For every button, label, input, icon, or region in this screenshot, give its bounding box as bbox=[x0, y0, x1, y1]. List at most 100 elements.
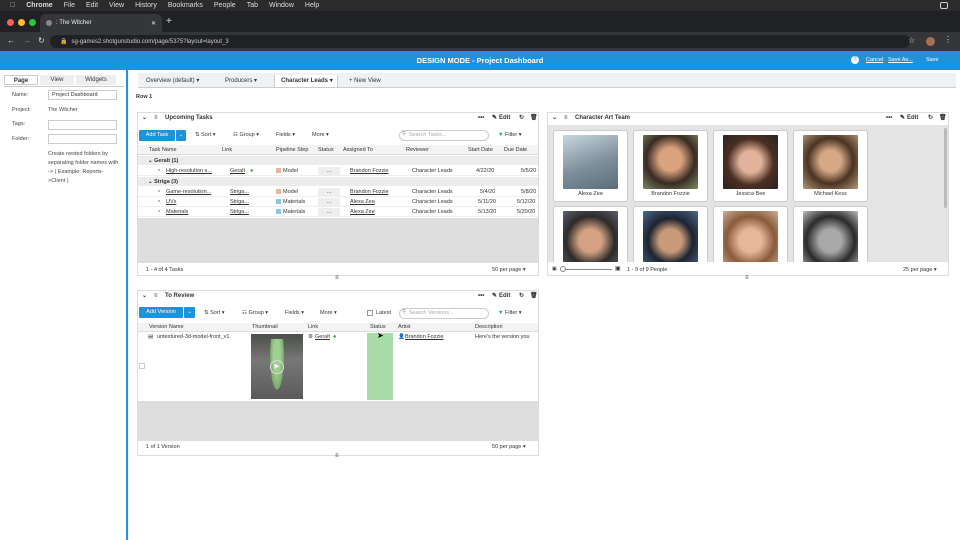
more-button[interactable]: More ▾ bbox=[312, 130, 329, 141]
link-cell[interactable]: Geralt bbox=[315, 333, 330, 341]
menu-people[interactable]: People bbox=[214, 2, 236, 9]
col-thumbnail[interactable]: Thumbnail bbox=[252, 323, 278, 332]
refresh-icon[interactable]: ↻ bbox=[519, 291, 524, 302]
col-reviewer[interactable]: Reviewer bbox=[406, 146, 429, 155]
col-due-date[interactable]: Due Date bbox=[504, 146, 527, 155]
forward-icon[interactable]: → bbox=[23, 36, 31, 45]
col-status[interactable]: Status bbox=[318, 146, 334, 155]
status-cell[interactable]: ... bbox=[318, 188, 340, 196]
col-assigned-to[interactable]: Assigned To bbox=[343, 146, 373, 155]
back-icon[interactable]: ← bbox=[7, 36, 15, 45]
resize-handle-icon[interactable]: ≡ bbox=[745, 275, 749, 281]
edit-pencil-icon[interactable]: ✎ bbox=[492, 113, 497, 124]
add-version-dropdown-icon[interactable]: ⌄ bbox=[184, 307, 195, 318]
save-button[interactable]: Save bbox=[926, 57, 939, 63]
search-tasks-input[interactable]: Search Tasks... bbox=[399, 130, 489, 141]
artist-cell[interactable]: Brandon Fozzie bbox=[405, 333, 444, 341]
search-versions-input[interactable]: Search Versions... bbox=[399, 308, 489, 319]
widget-menu-icon[interactable]: ••• bbox=[478, 291, 484, 302]
link-cell[interactable]: Striga... bbox=[230, 208, 250, 216]
minimize-window-dot[interactable] bbox=[18, 19, 25, 26]
task-name-cell[interactable]: Materials bbox=[166, 208, 220, 216]
slider-knob[interactable] bbox=[560, 266, 566, 272]
menu-window[interactable]: Window bbox=[269, 2, 294, 9]
menu-file[interactable]: File bbox=[64, 2, 75, 9]
col-artist[interactable]: Artist bbox=[398, 323, 411, 332]
row-checkbox[interactable] bbox=[139, 363, 145, 369]
collapse-icon[interactable]: ⌄ bbox=[142, 113, 147, 124]
nav-tab-overview[interactable]: Overview (default) ▾ bbox=[146, 75, 199, 87]
col-pipeline-step[interactable]: Pipeline Step bbox=[276, 146, 308, 155]
assigned-cell[interactable]: Alexa Zee bbox=[350, 198, 375, 206]
reviewer-cell[interactable]: Character Leads bbox=[412, 167, 453, 175]
address-bar[interactable]: 🔒 sg-games2.shotgunstudio.com/page/5375?… bbox=[50, 35, 910, 48]
col-start-date[interactable]: Start Date bbox=[468, 146, 493, 155]
col-link[interactable]: Link bbox=[308, 323, 318, 332]
person-card[interactable] bbox=[553, 206, 628, 262]
menu-help[interactable]: Help bbox=[305, 2, 319, 9]
new-view-button[interactable]: + New View bbox=[349, 75, 381, 87]
refresh-icon[interactable]: ↻ bbox=[928, 113, 933, 124]
nav-tab-producers[interactable]: Producers ▾ bbox=[225, 75, 257, 87]
reload-icon[interactable]: ↻ bbox=[38, 36, 45, 45]
cancel-link[interactable]: Cancel bbox=[866, 57, 883, 63]
status-cell[interactable]: ... bbox=[318, 208, 340, 216]
close-window-dot[interactable] bbox=[7, 19, 14, 26]
menu-bookmarks[interactable]: Bookmarks bbox=[168, 2, 203, 9]
tab-page[interactable]: Page bbox=[4, 75, 38, 85]
checkbox-icon[interactable] bbox=[367, 309, 373, 316]
fields-button[interactable]: Fields ▾ bbox=[276, 130, 295, 141]
latest-checkbox[interactable]: Latest bbox=[367, 308, 391, 319]
fields-button[interactable]: Fields ▾ bbox=[285, 308, 304, 319]
drag-handle-icon[interactable]: ≡ bbox=[154, 113, 158, 124]
person-card[interactable]: Alexa Zee bbox=[553, 130, 628, 202]
task-name-cell[interactable]: High-resolution s... bbox=[166, 167, 220, 175]
col-version-name[interactable]: Version Name bbox=[149, 323, 184, 332]
version-name-cell[interactable]: untextured-3d-model-front_v1 bbox=[157, 333, 247, 341]
new-tab-icon[interactable]: + bbox=[166, 16, 172, 27]
delete-icon[interactable]: 🗑 bbox=[939, 113, 947, 124]
widget-menu-icon[interactable]: ••• bbox=[478, 113, 484, 124]
resize-handle-icon[interactable]: ≡ bbox=[335, 453, 339, 459]
edit-pencil-icon[interactable]: ✎ bbox=[492, 291, 497, 302]
filter-button[interactable]: ▼ Filter ▾ bbox=[498, 308, 522, 319]
drag-handle-icon[interactable]: ≡ bbox=[564, 113, 568, 124]
name-field[interactable]: Project Dashboard bbox=[48, 90, 117, 100]
widget-menu-icon[interactable]: ••• bbox=[886, 113, 892, 124]
collapse-icon[interactable]: ⌄ bbox=[552, 113, 557, 124]
add-version-button[interactable]: Add Version bbox=[139, 307, 183, 318]
menu-app[interactable]: Chrome bbox=[26, 2, 52, 9]
control-center-icon[interactable] bbox=[940, 2, 948, 9]
person-card[interactable]: Michael Kess bbox=[793, 130, 868, 202]
edit-pencil-icon[interactable]: ✎ bbox=[900, 113, 905, 124]
add-task-dropdown-icon[interactable]: ⌄ bbox=[176, 130, 186, 141]
group-button[interactable]: ☷ Group ▾ bbox=[233, 130, 259, 141]
menu-view[interactable]: View bbox=[109, 2, 124, 9]
delete-icon[interactable]: 🗑 bbox=[530, 113, 538, 124]
status-cell[interactable]: ... bbox=[318, 198, 340, 206]
menu-tab[interactable]: Tab bbox=[247, 2, 258, 9]
task-name-cell[interactable]: UVs bbox=[166, 198, 220, 206]
profile-avatar[interactable] bbox=[926, 37, 935, 46]
col-link[interactable]: Link bbox=[222, 146, 232, 155]
menu-history[interactable]: History bbox=[135, 2, 157, 9]
person-card[interactable]: Jessica Bee bbox=[713, 130, 788, 202]
assigned-cell[interactable]: Brandon Fozzie bbox=[350, 167, 389, 175]
resize-handle-icon[interactable]: ≡ bbox=[335, 275, 339, 281]
status-cell[interactable]: ... bbox=[318, 167, 340, 175]
delete-icon[interactable]: 🗑 bbox=[530, 291, 538, 302]
assigned-cell[interactable]: Brandon Fozzie bbox=[350, 188, 389, 196]
person-card[interactable] bbox=[633, 206, 708, 262]
nav-tab-character-leads[interactable]: Character Leads ▾ bbox=[274, 75, 338, 87]
browser-menu-icon[interactable]: ⋮ bbox=[944, 35, 952, 44]
sort-button[interactable]: ⇅ Sort ▾ bbox=[204, 308, 225, 319]
bookmark-star-icon[interactable]: ☆ bbox=[908, 36, 915, 45]
scrollbar[interactable] bbox=[944, 128, 947, 208]
reviewer-cell[interactable]: Character Leads bbox=[412, 188, 453, 196]
versions-per-page[interactable]: 50 per page ▾ bbox=[492, 442, 526, 452]
thumbnail-size-slider[interactable]: ▣ ▣ bbox=[552, 266, 622, 272]
edit-button[interactable]: Edit bbox=[499, 113, 510, 124]
tasks-per-page[interactable]: 50 per page ▾ bbox=[492, 265, 526, 275]
browser-tab[interactable]: : The Witcher ✕ bbox=[40, 14, 162, 32]
description-cell[interactable]: Here's the version you bbox=[475, 333, 538, 341]
